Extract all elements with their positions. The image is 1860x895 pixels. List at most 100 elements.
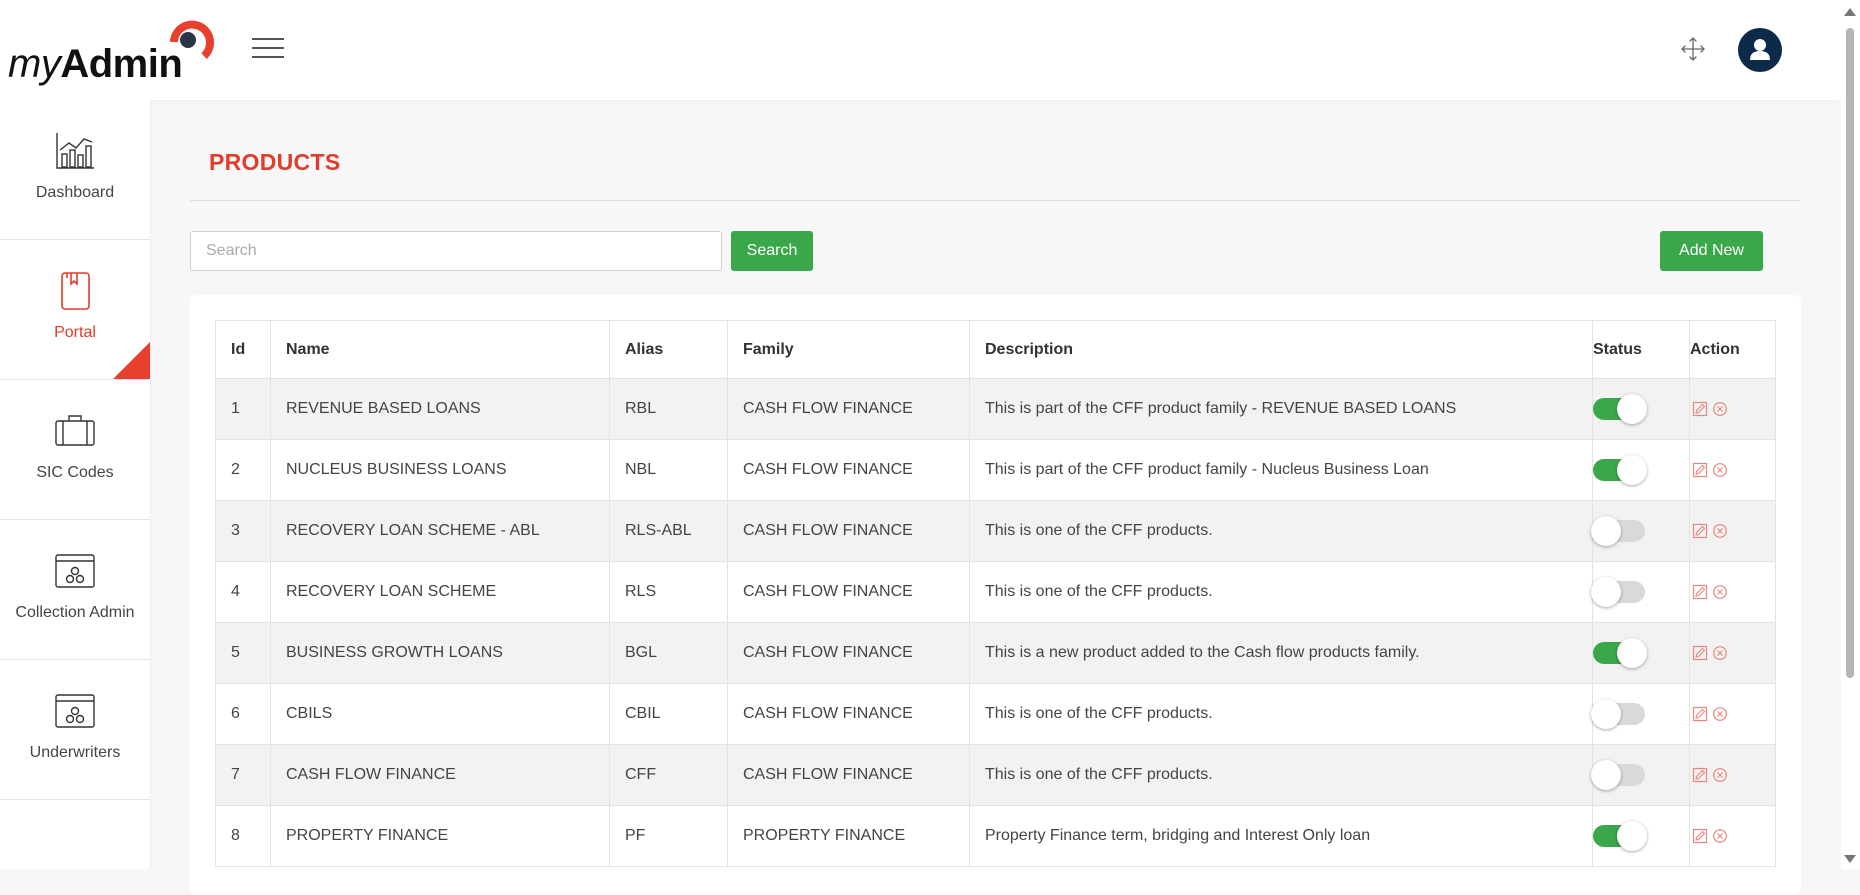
scrollbar-thumb[interactable] <box>1846 28 1854 678</box>
cell-description: This is part of the CFF product family -… <box>969 439 1593 501</box>
toggle-knob <box>1591 516 1621 546</box>
edit-icon[interactable] <box>1692 584 1708 600</box>
edit-icon[interactable] <box>1692 828 1708 844</box>
cell-action <box>1689 500 1776 562</box>
cell-name: NUCLEUS BUSINESS LOANS <box>270 439 610 501</box>
cell-action <box>1689 439 1776 501</box>
page-title: PRODUCTS <box>209 149 341 175</box>
toggle-knob <box>1591 577 1621 607</box>
expand-icon[interactable] <box>1680 36 1706 62</box>
delete-icon[interactable] <box>1712 584 1728 600</box>
edit-icon[interactable] <box>1692 767 1708 783</box>
table-row: 2 NUCLEUS BUSINESS LOANS NBL CASH FLOW FINA… <box>215 439 1776 501</box>
add-new-button[interactable]: Add New <box>1660 231 1763 271</box>
table-row: 3 RECOVERY LOAN SCHEME - ABL RLS-ABL CASH F… <box>215 500 1776 562</box>
edit-icon[interactable] <box>1692 462 1708 478</box>
vertical-scrollbar[interactable] <box>1841 0 1860 869</box>
cell-status <box>1591 500 1690 562</box>
sidebar: Dashboard Portal SIC Codes Collection Ad… <box>0 100 151 869</box>
cell-family: CASH FLOW FINANCE <box>727 683 970 745</box>
status-toggle[interactable] <box>1591 577 1645 607</box>
status-toggle[interactable] <box>1591 699 1645 729</box>
search-button[interactable]: Search <box>731 231 813 271</box>
cell-action <box>1689 378 1776 440</box>
settings-window-icon <box>55 554 95 588</box>
cell-name: BUSINESS GROWTH LOANS <box>270 622 610 684</box>
toggle-knob <box>1591 699 1621 729</box>
scroll-up-arrow-icon[interactable] <box>1844 8 1856 16</box>
column-header-description[interactable]: Description <box>969 320 1593 379</box>
cell-id: 1 <box>215 378 271 440</box>
cell-alias: CFF <box>609 744 728 806</box>
logo[interactable]: myAdmin <box>8 14 214 86</box>
cell-description: This is one of the CFF products. <box>969 500 1593 562</box>
cell-description: This is part of the CFF product family -… <box>969 378 1593 440</box>
delete-icon[interactable] <box>1712 645 1728 661</box>
status-toggle[interactable] <box>1591 760 1645 790</box>
edit-icon[interactable] <box>1692 523 1708 539</box>
cell-action <box>1689 561 1776 623</box>
sidebar-item-collection-admin[interactable]: Collection Admin <box>0 520 150 660</box>
logo-mark-icon <box>170 20 214 59</box>
cell-alias: RBL <box>609 378 728 440</box>
delete-icon[interactable] <box>1712 462 1728 478</box>
user-avatar[interactable] <box>1738 28 1782 72</box>
sidebar-item-dashboard[interactable]: Dashboard <box>0 100 150 240</box>
table-row: 1 REVENUE BASED LOANS RBL CASH FLOW FINANCE… <box>215 378 1776 440</box>
scroll-down-arrow-icon[interactable] <box>1844 855 1856 863</box>
cell-status <box>1591 683 1690 745</box>
hamburger-icon[interactable] <box>252 38 284 62</box>
delete-icon[interactable] <box>1712 706 1728 722</box>
delete-icon[interactable] <box>1712 523 1728 539</box>
sidebar-item-portal[interactable]: Portal <box>0 240 150 380</box>
search-input[interactable] <box>190 231 722 271</box>
delete-icon[interactable] <box>1712 401 1728 417</box>
cell-family: CASH FLOW FINANCE <box>727 561 970 623</box>
cell-name: CBILS <box>270 683 610 745</box>
top-header: myAdmin <box>0 0 1841 100</box>
delete-icon[interactable] <box>1712 767 1728 783</box>
sidebar-item-label: SIC Codes <box>36 464 114 481</box>
sidebar-item-label: Collection Admin <box>15 604 135 621</box>
toggle-knob <box>1617 455 1647 485</box>
column-header-alias[interactable]: Alias <box>609 320 728 379</box>
status-toggle[interactable] <box>1593 394 1647 424</box>
cell-alias: CBIL <box>609 683 728 745</box>
edit-icon[interactable] <box>1692 401 1708 417</box>
table-header-row: Id Name Alias Family Description Status … <box>215 320 1776 379</box>
cell-family: CASH FLOW FINANCE <box>727 378 970 440</box>
column-header-name[interactable]: Name <box>270 320 610 379</box>
toggle-knob <box>1617 638 1647 668</box>
column-header-family[interactable]: Family <box>727 320 970 379</box>
cell-name: REVENUE BASED LOANS <box>270 378 610 440</box>
products-table: Id Name Alias Family Description Status … <box>215 320 1776 867</box>
sidebar-item-underwriters[interactable]: Underwriters <box>0 660 150 800</box>
chart-icon <box>56 133 94 169</box>
cell-family: PROPERTY FINANCE <box>727 805 970 867</box>
column-header-id[interactable]: Id <box>215 320 271 379</box>
cell-status <box>1592 805 1690 867</box>
cell-description: This is a new product added to the Cash … <box>969 622 1593 684</box>
status-toggle[interactable] <box>1593 821 1647 851</box>
edit-icon[interactable] <box>1692 706 1708 722</box>
edit-icon[interactable] <box>1692 645 1708 661</box>
cell-id: 4 <box>215 561 271 623</box>
status-toggle[interactable] <box>1593 638 1647 668</box>
user-icon <box>1750 39 1770 60</box>
sidebar-item-sic-codes[interactable]: SIC Codes <box>0 380 150 520</box>
cell-family: CASH FLOW FINANCE <box>727 439 970 501</box>
cell-id: 3 <box>215 500 271 562</box>
cell-id: 5 <box>215 622 271 684</box>
delete-icon[interactable] <box>1712 828 1728 844</box>
table-row: 8 PROPERTY FINANCE PF PROPERTY FINANCE Prope… <box>215 805 1776 867</box>
divider <box>190 200 1801 201</box>
cell-name: CASH FLOW FINANCE <box>270 744 610 806</box>
cell-name: RECOVERY LOAN SCHEME <box>270 561 610 623</box>
status-toggle[interactable] <box>1591 516 1645 546</box>
cell-status <box>1591 561 1690 623</box>
column-header-action: Action <box>1689 320 1776 379</box>
cell-action <box>1689 683 1776 745</box>
sidebar-item-label: Portal <box>54 324 96 341</box>
cell-description: This is one of the CFF products. <box>969 683 1593 745</box>
status-toggle[interactable] <box>1593 455 1647 485</box>
